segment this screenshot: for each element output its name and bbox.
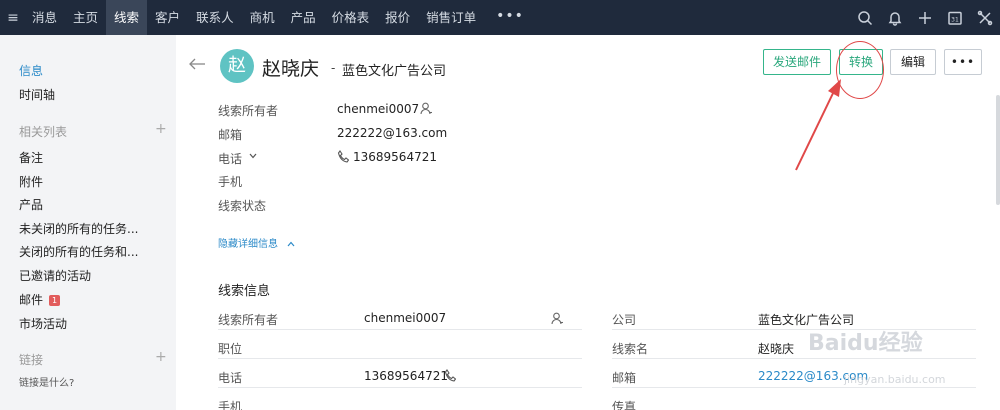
- sidebar-item-closed-tasks[interactable]: 关闭的所有的任务和...: [19, 243, 138, 260]
- divider: [612, 387, 976, 388]
- edit-button[interactable]: 编辑: [890, 49, 936, 75]
- mail-count-badge: 1: [49, 295, 61, 306]
- nav-item-home[interactable]: 主页: [65, 0, 106, 35]
- summary-mobile-label: 手机: [218, 175, 243, 189]
- nav-more-button[interactable]: •••: [484, 0, 536, 35]
- nav-item-products[interactable]: 产品: [283, 0, 324, 35]
- settings-icon[interactable]: [970, 0, 1000, 35]
- calendar-day: 31: [951, 16, 959, 23]
- nav-item-customers[interactable]: 客户: [147, 0, 188, 35]
- divider: [218, 358, 582, 359]
- watermark-url: jingyan.baidu.com: [844, 373, 946, 386]
- lead-company: 蓝色文化广告公司: [342, 64, 447, 79]
- detail-owner-value: chenmei0007: [364, 311, 447, 325]
- sidebar-item-products[interactable]: 产品: [19, 196, 43, 213]
- nav-item-contacts[interactable]: 联系人: [188, 0, 242, 35]
- detail-phone-value[interactable]: 13689564721: [364, 369, 448, 383]
- sidebar-item-attachments[interactable]: 附件: [19, 173, 43, 190]
- detail-phone-label: 电话: [218, 371, 243, 385]
- links-header: 链接: [19, 353, 44, 367]
- related-list-header: 相关列表: [19, 125, 68, 139]
- detail-lead-name-value: 赵晓庆: [758, 342, 795, 356]
- summary-owner-value: chenmei0007: [337, 102, 420, 116]
- send-email-button[interactable]: 发送邮件: [763, 49, 831, 75]
- summary-email-label: 邮箱: [218, 128, 243, 142]
- detail-mobile-label: 手机: [218, 400, 243, 410]
- main-content: 赵 赵晓庆 - 蓝色文化广告公司 发送邮件 转换 编辑 ••• 线索所有者 ch…: [176, 35, 1000, 410]
- divider: [612, 358, 976, 359]
- chevron-up-icon: [287, 241, 295, 247]
- summary-owner-label: 线索所有者: [218, 104, 279, 118]
- hide-details-label: 隐藏详细信息: [218, 239, 278, 250]
- hide-details-link[interactable]: 隐藏详细信息: [218, 235, 295, 250]
- phone-icon[interactable]: [337, 150, 349, 163]
- nav-right-tools: 31: [850, 0, 1000, 35]
- lead-info-title: 线索信息: [218, 284, 271, 299]
- top-nav: ≡ 消息 主页 线索 客户 联系人 商机 产品 价格表 报价 销售订单 ••• …: [0, 0, 1000, 35]
- summary-phone-value[interactable]: 13689564721: [353, 150, 437, 164]
- scrollbar[interactable]: [996, 95, 1000, 205]
- name-separator: -: [331, 61, 336, 75]
- sidebar-item-mail-label: 邮件: [19, 293, 44, 307]
- sidebar-item-notes[interactable]: 备注: [19, 149, 43, 166]
- back-arrow-icon[interactable]: [188, 57, 206, 71]
- divider: [218, 387, 582, 388]
- calendar-icon[interactable]: 31: [940, 0, 970, 35]
- sidebar-item-info[interactable]: 信息: [19, 62, 43, 79]
- detail-email-label: 邮箱: [612, 371, 637, 385]
- summary-status-label: 线索状态: [218, 199, 267, 213]
- avatar: 赵: [220, 49, 254, 83]
- bell-icon[interactable]: [880, 0, 910, 35]
- sidebar-item-mail[interactable]: 邮件 1: [19, 291, 61, 308]
- summary-phone-label: 电话: [218, 152, 243, 166]
- user-icon[interactable]: [551, 312, 564, 325]
- detail-owner-label: 线索所有者: [218, 313, 279, 327]
- sidebar-item-invited-events[interactable]: 已邀请的活动: [19, 267, 91, 284]
- lead-name: 赵晓庆: [262, 58, 320, 80]
- divider: [218, 329, 582, 330]
- detail-company-label: 公司: [612, 313, 637, 327]
- nav-item-opportunities[interactable]: 商机: [242, 0, 283, 35]
- detail-lead-name-label: 线索名: [612, 342, 649, 356]
- summary-email-value[interactable]: 222222@163.com: [337, 126, 447, 140]
- nav-item-price-books[interactable]: 价格表: [324, 0, 378, 35]
- detail-title-label: 职位: [218, 342, 243, 356]
- nav-item-leads[interactable]: 线索: [106, 0, 148, 35]
- links-add-icon[interactable]: +: [155, 349, 167, 365]
- sidebar-item-timeline[interactable]: 时间轴: [19, 86, 55, 103]
- plus-icon[interactable]: [910, 0, 940, 35]
- nav-item-quotes[interactable]: 报价: [377, 0, 418, 35]
- nav-item-sales-orders[interactable]: 销售订单: [418, 0, 484, 35]
- sidebar-item-campaigns[interactable]: 市场活动: [19, 315, 67, 332]
- detail-fax-label: 传真: [612, 400, 637, 410]
- sidebar-item-open-tasks[interactable]: 未关闭的所有的任务...: [19, 220, 138, 237]
- more-actions-button[interactable]: •••: [944, 49, 982, 75]
- sidebar: 信息 时间轴 相关列表 + 备注 附件 产品 未关闭的所有的任务... 关闭的所…: [0, 35, 176, 410]
- menu-icon[interactable]: ≡: [2, 0, 24, 35]
- chevron-down-icon[interactable]: [249, 153, 257, 159]
- watermark-logo: Baidu经验: [808, 331, 923, 356]
- user-icon[interactable]: [420, 102, 433, 115]
- annotation-arrow: [795, 79, 841, 171]
- nav-item-messages[interactable]: 消息: [24, 0, 65, 35]
- search-icon[interactable]: [850, 0, 880, 35]
- related-list-add-icon[interactable]: +: [155, 121, 167, 137]
- links-help-link[interactable]: 链接是什么?: [19, 374, 74, 389]
- phone-icon[interactable]: [444, 369, 456, 382]
